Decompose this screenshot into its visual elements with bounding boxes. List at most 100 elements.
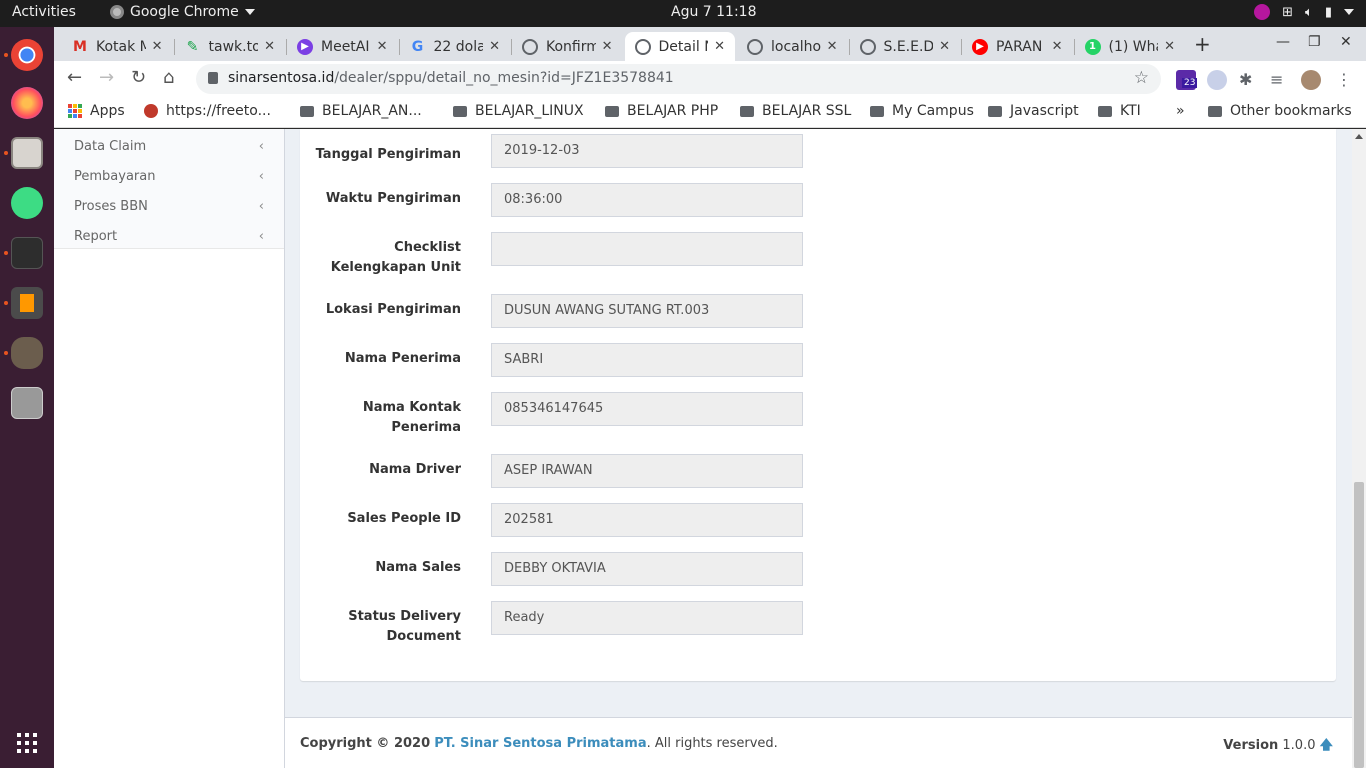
profile-avatar[interactable] [1301, 70, 1321, 90]
tab[interactable]: ▶ MeetAI ✕ [287, 32, 398, 61]
tab[interactable]: ✎ tawk.to ✕ [175, 32, 286, 61]
nama-penerima-field[interactable]: SABRI [491, 343, 803, 377]
sidebar-item-pembayaran[interactable]: Pembayaran ‹ [54, 161, 284, 191]
show-applications-icon[interactable] [17, 733, 37, 753]
home-icon[interactable]: ⌂ [163, 67, 174, 88]
lokasi-pengiriman-field[interactable]: DUSUN AWANG SUTANG RT.003 [491, 294, 803, 328]
tab[interactable]: ▶ PARAN ✕ [962, 32, 1073, 61]
app-menu[interactable]: Google Chrome [110, 4, 255, 20]
arrow-up-icon[interactable]: 🡅 [1320, 738, 1333, 753]
bookmark-folder[interactable]: Javascript [988, 103, 1079, 119]
bookmark-folder[interactable]: BELAJAR_AN... [300, 103, 422, 119]
copyright-label: Copyright © 2020 [300, 736, 431, 751]
address-bar[interactable]: sinarsentosa.id/dealer/sppu/detail_no_me… [196, 64, 1161, 94]
sales-people-id-field[interactable]: 202581 [491, 503, 803, 537]
globe-icon [522, 38, 538, 55]
close-tab-icon[interactable]: ✕ [939, 39, 950, 54]
bookmark-item[interactable]: https://freeto... [144, 103, 271, 119]
close-tab-icon[interactable]: ✕ [264, 39, 275, 54]
field-label: Sales People ID [347, 511, 461, 526]
close-tab-icon[interactable]: ✕ [1052, 39, 1063, 54]
reload-icon[interactable]: ↻ [131, 67, 146, 88]
folder-icon [870, 105, 884, 117]
tab-title: Kotak M [96, 38, 146, 55]
bookmark-folder[interactable]: My Campus [870, 103, 974, 119]
tanggal-pengiriman-field[interactable]: 2019-12-03 [491, 134, 803, 168]
chrome-menu-icon[interactable]: ⋮ [1336, 70, 1356, 90]
extension-compass-icon[interactable] [1207, 70, 1227, 90]
close-tab-icon[interactable]: ✕ [377, 39, 388, 54]
close-tab-icon[interactable]: ✕ [152, 39, 163, 54]
gmail-icon: M [73, 38, 87, 55]
gimp-icon[interactable] [11, 337, 43, 369]
checklist-kelengkapan-field[interactable] [491, 232, 803, 266]
tab[interactable]: Detail N ✕ [624, 32, 735, 61]
apps-shortcut[interactable]: Apps [68, 103, 125, 119]
new-tab-button[interactable]: + [1194, 32, 1211, 56]
bookmark-folder[interactable]: KTI [1098, 103, 1141, 119]
lock-icon[interactable] [208, 72, 218, 84]
close-tab-icon[interactable]: ✕ [489, 39, 500, 54]
bookmark-folder[interactable]: BELAJAR PHP [605, 103, 718, 119]
volume-icon[interactable]: 🔈︎ [1305, 5, 1313, 20]
sublime-text-icon[interactable] [11, 287, 43, 319]
waktu-pengiriman-field[interactable]: 08:36:00 [491, 183, 803, 217]
terminal-icon[interactable] [11, 237, 43, 269]
nama-sales-field[interactable]: DEBBY OKTAVIA [491, 552, 803, 586]
close-tab-icon[interactable]: ✕ [714, 39, 725, 54]
sidebar-item-data-claim[interactable]: Data Claim ‹ [54, 131, 284, 161]
company-link[interactable]: PT. Sinar Sentosa Primatama [434, 736, 646, 751]
tab[interactable]: M Kotak M ✕ [62, 32, 173, 61]
scrollbar-thumb[interactable] [1354, 482, 1364, 768]
close-window-button[interactable]: ✕ [1340, 34, 1352, 50]
dock [0, 27, 54, 768]
tab[interactable]: localho ✕ [737, 32, 848, 61]
nama-driver-field[interactable]: ASEP IRAWAN [491, 454, 803, 488]
tab[interactable]: Konfirm ✕ [512, 32, 623, 61]
extension-house-icon[interactable]: 23 [1176, 70, 1198, 90]
battery-icon[interactable]: ▮ [1325, 5, 1332, 20]
page-footer: Copyright © 2020 PT. Sinar Sentosa Prima… [285, 717, 1352, 768]
scroll-up-icon[interactable] [1355, 134, 1363, 139]
sidebar-item-report[interactable]: Report ‹ [54, 221, 284, 251]
copyright-text: Copyright © 2020 PT. Sinar Sentosa Prima… [300, 736, 778, 751]
forward-icon[interactable]: → [99, 67, 114, 88]
close-tab-icon[interactable]: ✕ [827, 39, 838, 54]
android-studio-icon[interactable] [11, 187, 43, 219]
nama-kontak-penerima-field[interactable]: 085346147645 [491, 392, 803, 426]
folder-icon [453, 105, 467, 117]
extensions-puzzle-icon[interactable]: ✱ [1239, 70, 1259, 90]
bookmark-folder[interactable]: BELAJAR_LINUX [453, 103, 584, 119]
tab[interactable]: S.E.E.D ✕ [850, 32, 961, 61]
url-host: sinarsentosa.id [228, 70, 335, 86]
files-icon[interactable] [11, 137, 43, 169]
bookmark-folder[interactable]: BELAJAR SSL [740, 103, 851, 119]
clock[interactable]: Agu 7 11:18 [671, 4, 757, 20]
tab-title: 22 dola [433, 38, 484, 55]
other-bookmarks[interactable]: Other bookmarks [1208, 103, 1352, 119]
firefox-tray-icon[interactable] [1254, 4, 1271, 20]
sidebar-item-proses-bbn[interactable]: Proses BBN ‹ [54, 191, 284, 221]
chevron-down-icon[interactable] [1344, 9, 1354, 15]
folder-icon [1098, 105, 1112, 117]
network-icon[interactable]: ⊞ [1282, 5, 1293, 20]
activities-button[interactable]: Activities [12, 4, 76, 20]
tab[interactable]: 1 (1) Wha ✕ [1075, 32, 1186, 61]
firefox-icon[interactable] [11, 87, 43, 119]
folder-icon [1208, 105, 1222, 117]
tab[interactable]: G 22 dola ✕ [400, 32, 511, 61]
status-delivery-document-field[interactable]: Ready [491, 601, 803, 635]
close-tab-icon[interactable]: ✕ [602, 39, 613, 54]
system-tray[interactable]: ⊞ 🔈︎ ▮ [1254, 4, 1354, 20]
close-tab-icon[interactable]: ✕ [1164, 39, 1175, 54]
media-control-icon[interactable]: ≡ [1270, 70, 1290, 90]
back-icon[interactable]: ← [67, 67, 82, 88]
bookmark-star-icon[interactable]: ☆ [1134, 68, 1149, 88]
bookmarks-overflow-button[interactable]: » [1176, 103, 1185, 119]
restore-button[interactable]: ❐ [1308, 34, 1321, 50]
page-scrollbar[interactable] [1352, 129, 1366, 768]
ssd-drive-icon[interactable] [11, 387, 43, 419]
minimize-button[interactable]: — [1276, 34, 1290, 50]
tab-separator [1073, 39, 1075, 55]
chrome-icon[interactable] [11, 39, 43, 71]
